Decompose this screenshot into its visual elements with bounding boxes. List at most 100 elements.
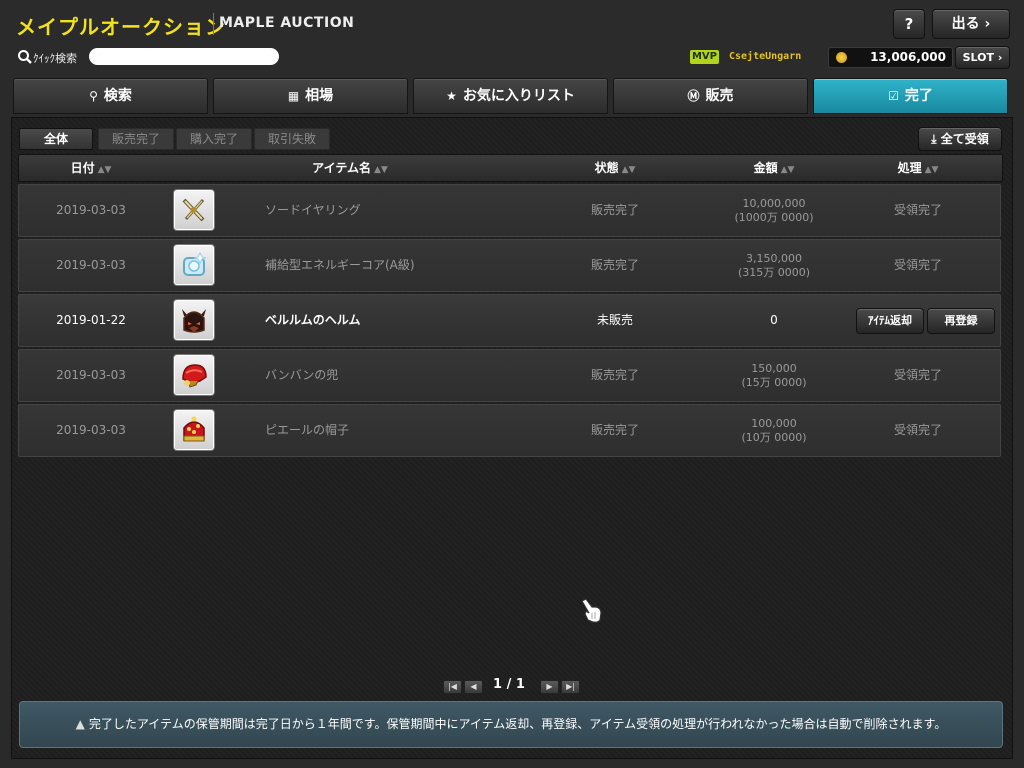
row-item-name: 補給型エネルギーコア(A級)	[265, 258, 415, 272]
table-header: 日付 ▲▼ アイテム名 ▲▼ 状態 ▲▼ 金額 ▲▼ 処理 ▲▼	[18, 154, 1003, 182]
price-amount: 100,000	[751, 417, 797, 430]
exit-button[interactable]: 出る ›	[932, 9, 1010, 39]
search-label: ｸｲｯｸ検索	[33, 52, 77, 65]
warning-icon: ▲	[75, 717, 85, 731]
table-row[interactable]: 2019-03-03 ピエールの帽子 販売完了 100,000 (10万 0000…	[18, 404, 1001, 457]
row-process: 受領完了	[893, 368, 942, 382]
receive-all-button[interactable]: ⤓ 全て受領	[918, 127, 1002, 151]
tab-label: お気に入りリスト	[462, 88, 575, 104]
tab-sell[interactable]: Ⓜ 販売	[613, 78, 808, 114]
chevron-right-icon: ›	[984, 16, 991, 32]
row-date: 2019-03-03	[56, 258, 126, 272]
tab-label: 完了	[904, 88, 933, 104]
row-process: 受領完了	[893, 423, 942, 437]
row-date: 2019-03-03	[56, 203, 126, 217]
title-divider	[213, 13, 214, 35]
row-price: 150,000 (15万 0000)	[699, 350, 849, 401]
price-subtext: (1000万 0000)	[734, 211, 814, 224]
price-amount: 0	[770, 313, 778, 327]
page-indicator: 1 / 1	[493, 677, 525, 692]
tab-label: 販売	[705, 88, 734, 104]
column-process[interactable]: 処理 ▲▼	[863, 155, 973, 183]
price-amount: 3,150,000	[746, 252, 802, 265]
sort-icon: ▲▼	[780, 165, 795, 175]
vellum-helm-icon	[173, 299, 215, 341]
column-date[interactable]: 日付 ▲▼	[19, 155, 163, 183]
relist-button[interactable]: 再登録	[927, 308, 995, 334]
pagination: |◀ ◀ 1 / 1 ▶ ▶|	[443, 677, 583, 694]
column-label: 金額	[753, 161, 778, 175]
table-row[interactable]: 2019-03-03 ソードイヤリング 販売完了 10,000,000 (1000…	[18, 184, 1001, 237]
sort-icon: ▲▼	[621, 165, 636, 175]
filter-failed[interactable]: 取引失敗	[254, 128, 330, 150]
slot-button[interactable]: SLOT ›	[955, 46, 1010, 69]
row-price: 10,000,000 (1000万 0000)	[699, 185, 849, 236]
mvp-badge: MVP	[690, 50, 719, 64]
tab-favorites[interactable]: ★ お気に入りリスト	[413, 78, 608, 114]
row-price: 0	[699, 295, 849, 346]
main-tabs: ⚲ 検索 ▦ 相場 ★ お気に入りリスト Ⓜ 販売 ☑ 完了	[13, 78, 1008, 114]
column-label: 状態	[594, 161, 619, 175]
filter-all[interactable]: 全体	[19, 128, 93, 150]
app-title: メイプルオークション	[16, 15, 226, 39]
last-page-icon[interactable]: ▶|	[561, 680, 580, 694]
table-row[interactable]: 2019-03-03 補給型エネルギーコア(A級) 販売完了 3,150,000…	[18, 239, 1001, 292]
receive-all-label: 全て受領	[940, 132, 989, 146]
hand-cursor-icon	[581, 598, 602, 623]
search-icon: ⚲	[89, 89, 98, 103]
sort-icon: ▲▼	[924, 165, 939, 175]
row-state: 未販売	[596, 313, 633, 327]
energy-core-icon	[173, 244, 215, 286]
column-item-name[interactable]: アイテム名 ▲▼	[265, 155, 435, 183]
row-process: 受領完了	[893, 258, 942, 272]
sort-icon: ▲▼	[97, 165, 112, 175]
app-subtitle: MAPLE AUCTION	[219, 15, 355, 31]
row-date: 2019-03-03	[56, 423, 126, 437]
checkbox-icon: ☑	[888, 89, 899, 103]
price-subtext: (10万 0000)	[741, 431, 807, 444]
table-row[interactable]: 2019-03-03 バンバンの兜 販売完了 150,000 (15万 0000)…	[18, 349, 1001, 402]
first-page-icon[interactable]: |◀	[443, 680, 462, 694]
search-input[interactable]	[89, 48, 279, 65]
download-icon: ⤓	[931, 132, 937, 146]
chevron-right-icon: ›	[997, 51, 1003, 64]
exit-label: 出る	[951, 16, 980, 32]
header: メイプルオークション MAPLE AUCTION ? 出る › ｸｲｯｸ検索 M…	[0, 0, 1024, 80]
column-state[interactable]: 状態 ▲▼	[574, 155, 656, 183]
search-icon	[18, 50, 32, 64]
tab-label: 相場	[305, 88, 334, 104]
row-item-name: ソードイヤリング	[265, 203, 361, 217]
slot-label: SLOT	[962, 51, 994, 64]
star-icon: ★	[446, 89, 457, 103]
row-price: 3,150,000 (315万 0000)	[699, 240, 849, 291]
filter-bought[interactable]: 購入完了	[176, 128, 252, 150]
red-helmet-icon	[173, 354, 215, 396]
sale-coin-icon: Ⓜ	[687, 89, 700, 103]
row-price: 100,000 (10万 0000)	[699, 405, 849, 456]
column-price[interactable]: 金額 ▲▼	[699, 155, 849, 183]
tab-search[interactable]: ⚲ 検索	[13, 78, 208, 114]
row-item-name: バンバンの兜	[265, 368, 339, 382]
row-state: 販売完了	[590, 368, 639, 382]
price-amount: 150,000	[751, 362, 797, 375]
row-date: 2019-01-22	[56, 313, 126, 327]
tab-complete[interactable]: ☑ 完了	[813, 78, 1008, 114]
row-process: 受領完了	[893, 203, 942, 217]
filter-sold[interactable]: 販売完了	[98, 128, 174, 150]
prev-page-icon[interactable]: ◀	[464, 680, 483, 694]
next-page-icon[interactable]: ▶	[540, 680, 559, 694]
row-state: 販売完了	[590, 203, 639, 217]
notice-message: 完了したアイテムの保管期間は完了日から１年間です。保管期間中にアイテム返却、再登…	[88, 717, 947, 731]
table-row[interactable]: 2019-01-22 ベルルムのヘルム 未販売 0 ｱｲﾃﾑ返却 再登録	[18, 294, 1001, 347]
price-subtext: (15万 0000)	[741, 376, 807, 389]
username: CsejteUngarn	[729, 51, 802, 62]
row-state: 販売完了	[590, 423, 639, 437]
return-item-button[interactable]: ｱｲﾃﾑ返却	[856, 308, 924, 334]
column-label: アイテム名	[312, 161, 371, 175]
help-button[interactable]: ?	[893, 9, 925, 39]
meso-coin-icon	[836, 52, 847, 63]
sort-icon: ▲▼	[373, 165, 388, 175]
column-label: 日付	[70, 161, 95, 175]
notice-text: ▲ 完了したアイテムの保管期間は完了日から１年間です。保管期間中にアイテム返却、再…	[20, 702, 1002, 747]
tab-market-price[interactable]: ▦ 相場	[213, 78, 408, 114]
